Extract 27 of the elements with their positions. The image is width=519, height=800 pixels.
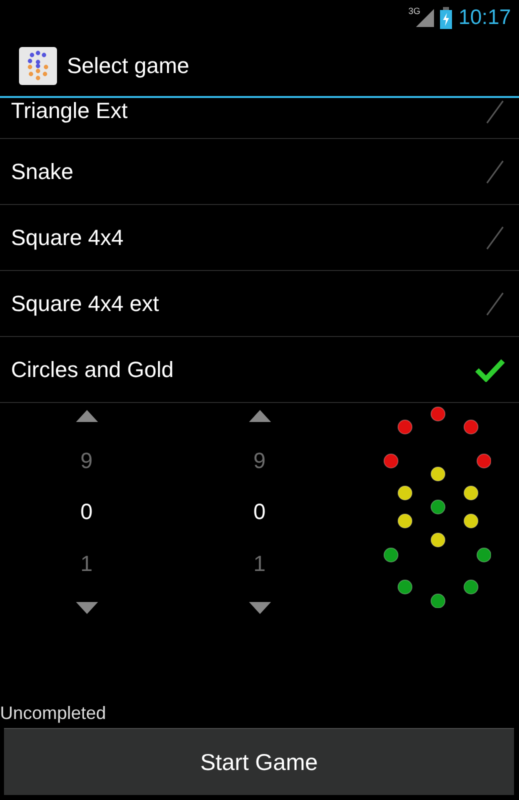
game-name: Triangle Ext <box>11 98 128 124</box>
game-name: Snake <box>11 158 74 184</box>
picker-value[interactable]: 0 <box>80 499 93 525</box>
up-arrow-icon[interactable] <box>76 410 98 422</box>
down-arrow-icon[interactable] <box>248 602 270 614</box>
picker-digit: 1 <box>80 550 93 576</box>
battery-icon <box>440 7 452 29</box>
status-text: Uncompleted <box>0 703 108 724</box>
picker-value[interactable]: 0 <box>253 499 266 525</box>
network-type: 3G <box>408 6 420 16</box>
game-name: Square 4x4 <box>11 224 124 250</box>
down-arrow-icon[interactable] <box>76 602 98 614</box>
game-row[interactable]: Square 4x4 <box>0 205 519 271</box>
game-row[interactable]: Square 4x4 ext <box>0 271 519 337</box>
picker-digit: 9 <box>80 448 93 474</box>
screen-title: Select game <box>67 53 190 79</box>
picker-digit: 9 <box>253 448 266 474</box>
start-game-button[interactable]: Start Game <box>4 728 514 795</box>
game-row[interactable]: Triangle Ext <box>0 98 519 139</box>
app-icon[interactable] <box>19 47 57 85</box>
picker-digit: 1 <box>253 550 266 576</box>
up-arrow-icon[interactable] <box>248 410 270 422</box>
game-name: Square 4x4 ext <box>11 290 159 316</box>
game-name: Circles and Gold <box>11 356 174 382</box>
clock-time: 10:17 <box>458 6 511 30</box>
game-row[interactable]: Circles and Gold <box>0 337 519 403</box>
game-row[interactable]: Snake <box>0 139 519 205</box>
